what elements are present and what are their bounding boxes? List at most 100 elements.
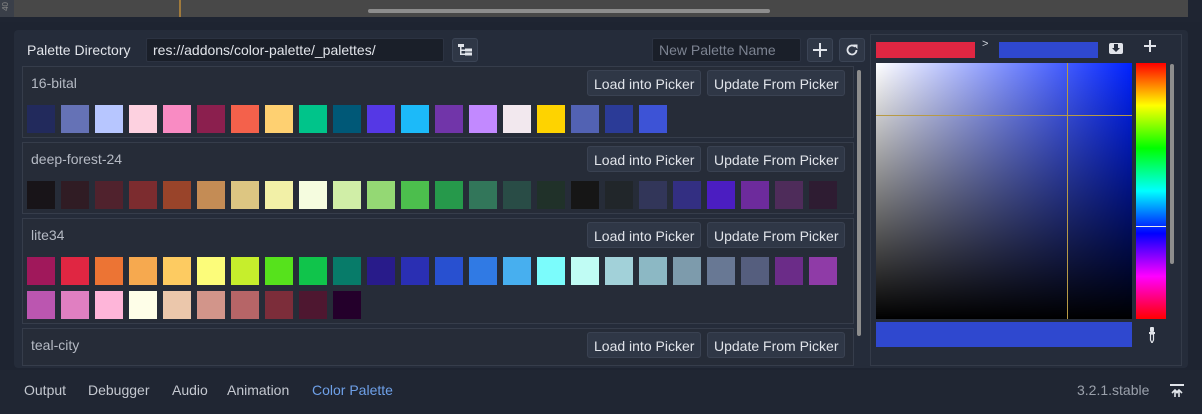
color-swatch[interactable] — [61, 181, 89, 209]
palette-list[interactable]: 16-bital Load into Picker Update From Pi… — [22, 66, 856, 366]
color-swatch[interactable] — [95, 105, 123, 133]
color-swatch[interactable] — [333, 105, 361, 133]
saturation-value-square[interactable] — [876, 63, 1132, 319]
load-into-picker-button[interactable]: Load into Picker — [587, 146, 702, 172]
viewport-horizontal-scrollbar[interactable] — [368, 9, 770, 13]
color-swatch[interactable] — [231, 257, 259, 285]
load-into-picker-button[interactable]: Load into Picker — [587, 222, 702, 248]
color-swatch[interactable] — [27, 291, 55, 319]
palette-list-scrollbar[interactable] — [857, 70, 863, 336]
color-swatch[interactable] — [435, 181, 463, 209]
color-swatch[interactable] — [639, 257, 667, 285]
color-swatch[interactable] — [333, 257, 361, 285]
color-swatch[interactable] — [469, 181, 497, 209]
color-swatch[interactable] — [333, 291, 361, 319]
color-swatch[interactable] — [469, 257, 497, 285]
tab-audio[interactable]: Audio — [172, 380, 208, 400]
hue-slider[interactable] — [1136, 63, 1166, 319]
load-into-picker-button[interactable]: Load into Picker — [587, 332, 702, 358]
color-swatch[interactable] — [27, 257, 55, 285]
color-swatch[interactable] — [435, 257, 463, 285]
color-swatch[interactable] — [27, 181, 55, 209]
color-swatch[interactable] — [95, 291, 123, 319]
color-swatch[interactable] — [469, 105, 497, 133]
add-palette-button[interactable] — [807, 38, 833, 62]
color-swatch[interactable] — [197, 291, 225, 319]
color-swatch[interactable] — [197, 257, 225, 285]
color-swatch[interactable] — [231, 291, 259, 319]
color-swatch[interactable] — [435, 105, 463, 133]
color-swatch[interactable] — [401, 181, 429, 209]
color-swatch[interactable] — [265, 181, 293, 209]
update-from-picker-button[interactable]: Update From Picker — [707, 332, 846, 358]
color-swatch[interactable] — [61, 257, 89, 285]
color-swatch[interactable] — [231, 181, 259, 209]
tab-debugger[interactable]: Debugger — [88, 380, 150, 400]
color-swatch[interactable] — [299, 181, 327, 209]
add-preset-button[interactable] — [1143, 39, 1157, 58]
color-swatch[interactable] — [605, 181, 633, 209]
color-swatch[interactable] — [367, 257, 395, 285]
color-swatch[interactable] — [537, 105, 565, 133]
color-swatch[interactable] — [809, 257, 837, 285]
expand-bottom-panel-button[interactable] — [1169, 380, 1185, 400]
color-swatch[interactable] — [367, 105, 395, 133]
color-swatch[interactable] — [299, 257, 327, 285]
palette-directory-field[interactable]: res://addons/color-palette/_palettes/ — [146, 38, 444, 62]
color-swatch[interactable] — [197, 105, 225, 133]
color-swatch[interactable] — [231, 105, 259, 133]
color-swatch[interactable] — [809, 181, 837, 209]
color-swatch[interactable] — [503, 181, 531, 209]
color-swatch[interactable] — [639, 105, 667, 133]
color-swatch[interactable] — [401, 257, 429, 285]
color-swatch[interactable] — [367, 181, 395, 209]
picker-scrollbar[interactable] — [1170, 64, 1174, 264]
color-swatch[interactable] — [129, 181, 157, 209]
tab-color-palette[interactable]: Color Palette — [312, 380, 393, 400]
color-swatch[interactable] — [163, 291, 191, 319]
update-from-picker-button[interactable]: Update From Picker — [707, 70, 846, 96]
color-swatch[interactable] — [129, 291, 157, 319]
reload-palettes-button[interactable] — [839, 38, 865, 62]
save-preset-button[interactable] — [1109, 41, 1123, 59]
color-swatch[interactable] — [163, 257, 191, 285]
color-swatch[interactable] — [61, 291, 89, 319]
color-swatch[interactable] — [537, 257, 565, 285]
color-swatch[interactable] — [707, 257, 735, 285]
color-swatch[interactable] — [299, 291, 327, 319]
color-swatch[interactable] — [639, 181, 667, 209]
color-swatch[interactable] — [129, 257, 157, 285]
color-swatch[interactable] — [163, 105, 191, 133]
color-swatch[interactable] — [605, 105, 633, 133]
new-color-preview[interactable] — [999, 42, 1098, 58]
old-color-preview[interactable] — [876, 42, 975, 58]
tab-output[interactable]: Output — [24, 380, 66, 400]
eyedropper-button[interactable] — [1143, 325, 1161, 345]
color-swatch[interactable] — [741, 257, 769, 285]
color-swatch[interactable] — [673, 257, 701, 285]
color-swatch[interactable] — [605, 257, 633, 285]
update-from-picker-button[interactable]: Update From Picker — [707, 146, 846, 172]
color-swatch[interactable] — [95, 181, 123, 209]
color-swatch[interactable] — [61, 105, 89, 133]
color-swatch[interactable] — [707, 181, 735, 209]
scrollbar-thumb[interactable] — [857, 70, 861, 336]
color-swatch[interactable] — [299, 105, 327, 133]
color-swatch[interactable] — [265, 257, 293, 285]
color-swatch[interactable] — [129, 105, 157, 133]
color-swatch[interactable] — [741, 181, 769, 209]
load-into-picker-button[interactable]: Load into Picker — [587, 70, 702, 96]
color-swatch[interactable] — [503, 257, 531, 285]
color-swatch[interactable] — [537, 181, 565, 209]
color-swatch[interactable] — [401, 105, 429, 133]
color-swatch[interactable] — [27, 105, 55, 133]
color-swatch[interactable] — [503, 105, 531, 133]
color-swatch[interactable] — [571, 257, 599, 285]
color-swatch[interactable] — [265, 105, 293, 133]
new-palette-name-input[interactable]: New Palette Name — [652, 38, 801, 62]
color-swatch[interactable] — [571, 105, 599, 133]
color-swatch[interactable] — [775, 257, 803, 285]
update-from-picker-button[interactable]: Update From Picker — [707, 222, 846, 248]
color-swatch[interactable] — [265, 291, 293, 319]
browse-directory-button[interactable] — [452, 38, 478, 62]
